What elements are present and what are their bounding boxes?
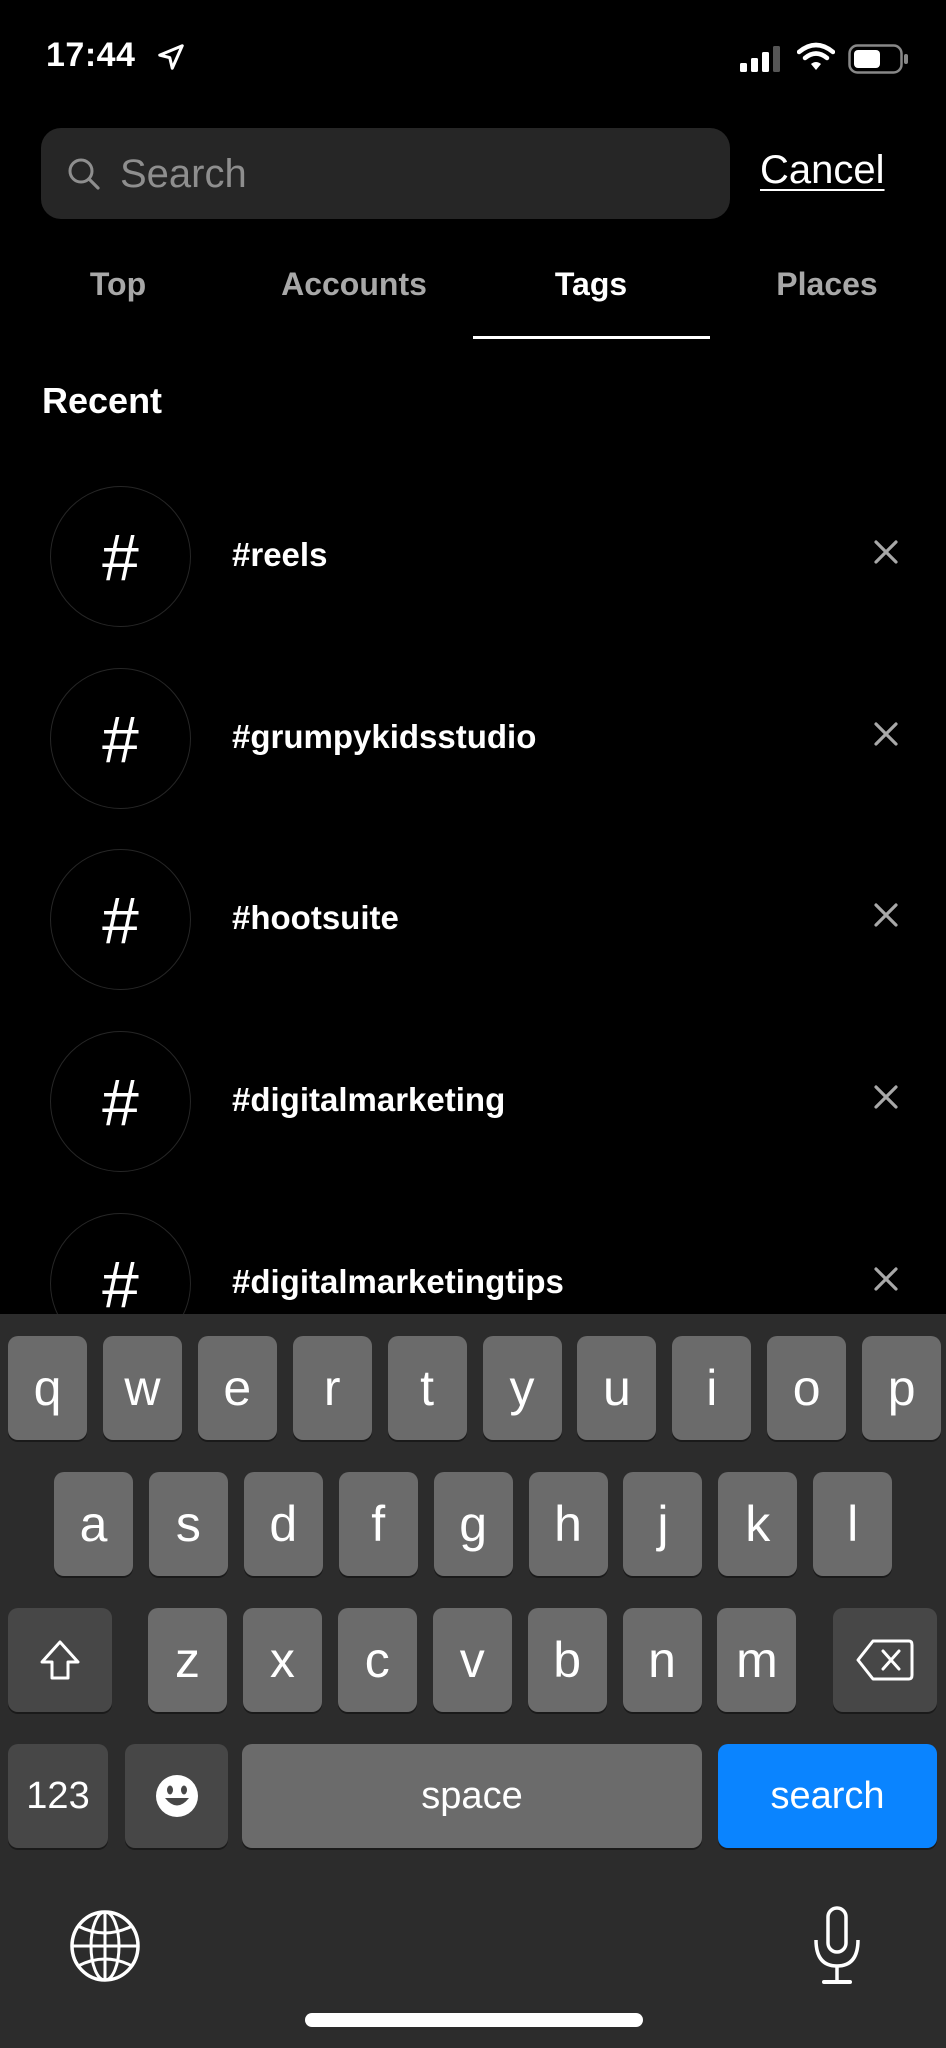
wifi-icon <box>797 42 835 70</box>
tab-top[interactable]: Top <box>0 266 236 303</box>
key-o[interactable]: o <box>767 1336 847 1440</box>
emoji-icon <box>155 1775 198 1817</box>
tag-label: #digitalmarketingtips <box>232 1263 564 1300</box>
key-z[interactable]: z <box>148 1608 227 1712</box>
tab-accounts[interactable]: Accounts <box>236 266 472 303</box>
key-u[interactable]: u <box>577 1336 657 1440</box>
recent-tag-item[interactable]: # #reels <box>0 482 946 632</box>
key-t[interactable]: t <box>387 1336 467 1440</box>
close-icon[interactable] <box>868 534 904 570</box>
hashtag-icon: # <box>50 849 191 990</box>
search-return-key[interactable]: search <box>718 1744 937 1848</box>
key-l[interactable]: l <box>813 1472 893 1576</box>
hashtag-icon: # <box>50 486 191 627</box>
key-c[interactable]: c <box>337 1608 417 1712</box>
key-y[interactable]: y <box>482 1336 562 1440</box>
backspace-icon <box>856 1639 914 1681</box>
key-v[interactable]: v <box>432 1608 512 1712</box>
delete-key[interactable] <box>833 1608 937 1712</box>
emoji-key[interactable] <box>125 1744 228 1848</box>
key-j[interactable]: j <box>623 1472 703 1576</box>
key-e[interactable]: e <box>197 1336 277 1440</box>
tag-label: #reels <box>232 536 328 573</box>
key-p[interactable]: p <box>862 1336 942 1440</box>
key-w[interactable]: w <box>102 1336 182 1440</box>
recent-heading: Recent <box>42 380 163 421</box>
hashtag-icon: # <box>50 668 191 809</box>
tag-label: #digitalmarketing <box>232 1081 506 1118</box>
key-k[interactable]: k <box>718 1472 798 1576</box>
shift-key[interactable] <box>8 1608 112 1712</box>
key-g[interactable]: g <box>433 1472 513 1576</box>
recent-tag-item[interactable]: # #grumpykidsstudio <box>0 664 946 814</box>
tag-label: #hootsuite <box>232 899 399 936</box>
tag-label: #grumpykidsstudio <box>232 718 537 755</box>
search-icon <box>68 158 100 190</box>
hashtag-icon: # <box>50 1031 191 1172</box>
space-key[interactable]: space <box>242 1744 702 1848</box>
key-i[interactable]: i <box>672 1336 752 1440</box>
close-icon[interactable] <box>868 1079 904 1115</box>
home-indicator[interactable] <box>305 2013 643 2027</box>
key-q[interactable]: q <box>8 1336 87 1440</box>
location-arrow-icon <box>158 44 184 70</box>
shift-icon <box>40 1640 80 1680</box>
key-r[interactable]: r <box>292 1336 372 1440</box>
key-f[interactable]: f <box>338 1472 418 1576</box>
numbers-key[interactable]: 123 <box>8 1744 108 1848</box>
active-tab-indicator <box>473 336 710 339</box>
microphone-icon[interactable] <box>812 1906 862 1986</box>
cellular-signal-icon <box>740 46 780 72</box>
key-m[interactable]: m <box>717 1608 797 1712</box>
battery-icon <box>848 44 908 74</box>
key-x[interactable]: x <box>242 1608 322 1712</box>
tab-tags[interactable]: Tags <box>473 266 709 303</box>
key-s[interactable]: s <box>148 1472 228 1576</box>
key-n[interactable]: n <box>622 1608 702 1712</box>
tab-places[interactable]: Places <box>709 266 945 303</box>
key-h[interactable]: h <box>528 1472 608 1576</box>
cancel-button[interactable]: Cancel <box>760 148 885 193</box>
key-d[interactable]: d <box>243 1472 323 1576</box>
close-icon[interactable] <box>868 1261 904 1297</box>
close-icon[interactable] <box>868 897 904 933</box>
key-b[interactable]: b <box>527 1608 607 1712</box>
globe-icon[interactable] <box>70 1910 140 1982</box>
keyboard: qwertyuiop asdfghjkl zxcvbnm 123 space s… <box>0 1314 946 2048</box>
recent-tag-item[interactable]: # #digitalmarketing <box>0 1027 946 1177</box>
close-icon[interactable] <box>868 716 904 752</box>
search-input[interactable] <box>120 139 710 209</box>
status-time: 17:44 <box>46 36 136 74</box>
recent-tag-item[interactable]: # #hootsuite <box>0 845 946 995</box>
key-a[interactable]: a <box>54 1472 133 1576</box>
